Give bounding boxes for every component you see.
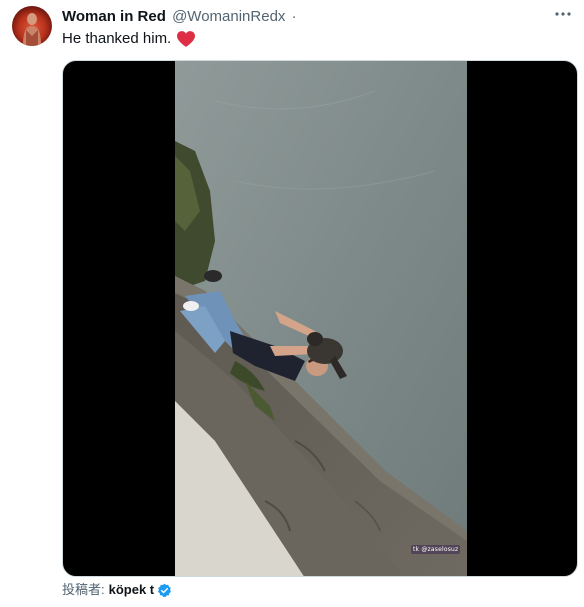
display-name[interactable]: Woman in Red: [62, 8, 166, 25]
posted-by-label: 投稿者:: [62, 582, 105, 597]
video-player[interactable]: tk @zaselosuz: [62, 60, 578, 577]
heart-emoji-icon: [177, 31, 196, 47]
video-frame[interactable]: [175, 61, 467, 576]
verified-badge-icon: [157, 583, 172, 598]
tweet-header: Woman in Red @WomaninRedx ·: [62, 8, 297, 26]
tweet-text-content: He thanked him.: [62, 30, 172, 47]
author-name[interactable]: köpek t: [109, 582, 155, 598]
posted-by: 投稿者: köpek t: [62, 582, 172, 598]
more-options-icon[interactable]: [552, 4, 574, 24]
user-handle[interactable]: @WomaninRedx: [172, 8, 285, 25]
tweet-text: He thanked him.: [62, 30, 196, 48]
video-watermark: tk @zaselosuz: [411, 545, 461, 554]
avatar[interactable]: [12, 6, 52, 46]
separator-dot: ·: [291, 8, 297, 25]
tweet: Woman in Red @WomaninRedx · He thanked h…: [0, 0, 584, 607]
